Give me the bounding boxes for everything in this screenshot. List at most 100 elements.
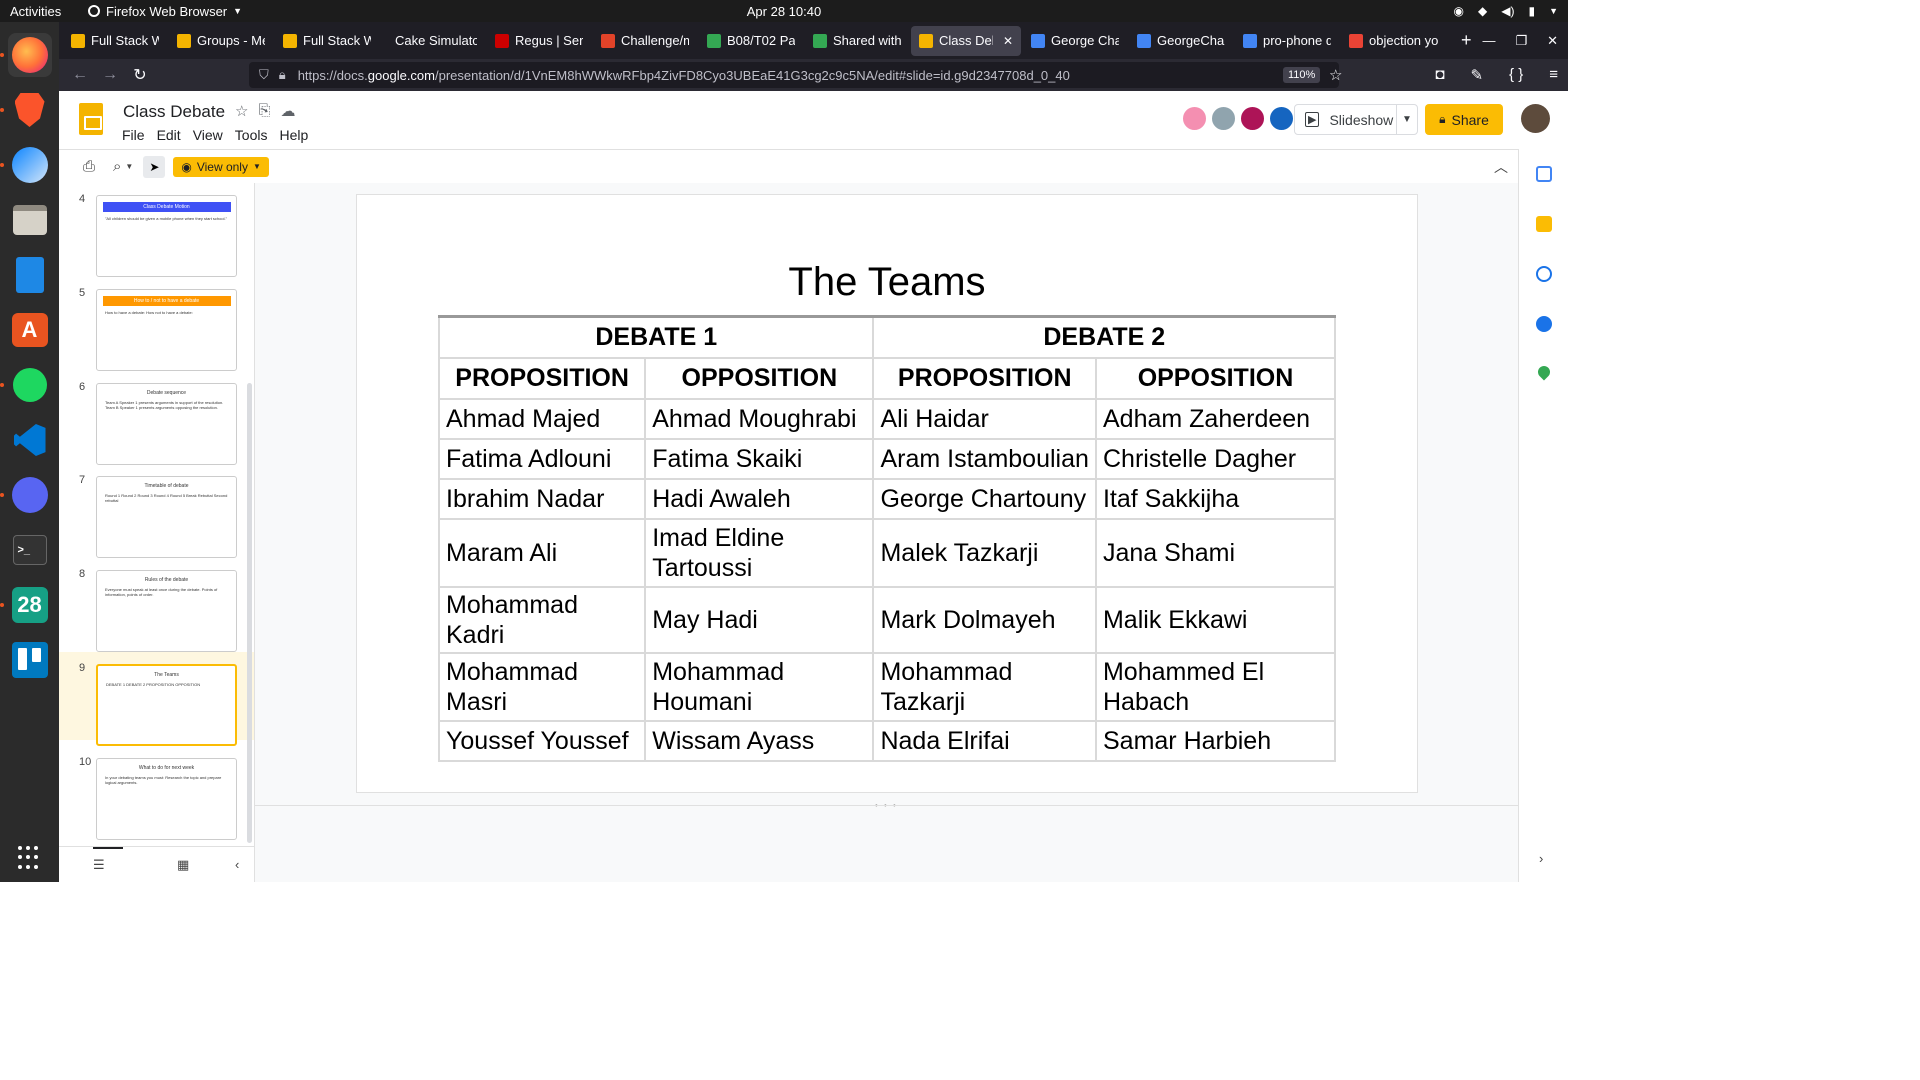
menu-tools[interactable]: Tools xyxy=(235,127,268,143)
select-cursor-icon[interactable]: ➤ xyxy=(143,155,166,178)
dock-calendar[interactable]: 28 xyxy=(0,583,52,627)
minimize-button[interactable]: — xyxy=(1482,33,1495,49)
browser-tab[interactable]: Full Stack We xyxy=(275,26,379,56)
dock-terminal[interactable]: >_ xyxy=(8,528,52,572)
pocket-icon[interactable]: ◘ xyxy=(1435,66,1444,84)
browser-tab[interactable]: George Char xyxy=(1023,26,1127,56)
chevron-down-icon[interactable]: ▼ xyxy=(125,162,133,171)
url-text[interactable]: https://docs.google.com/presentation/d/1… xyxy=(298,68,1070,83)
current-slide[interactable]: The Teams DEBATE 1 DEBATE 2 PROPOSITION … xyxy=(357,195,1417,792)
bookmark-star-icon[interactable]: ☆ xyxy=(1329,66,1342,84)
avatar[interactable] xyxy=(1210,105,1237,132)
back-button[interactable]: ← xyxy=(65,66,95,84)
browser-tab[interactable]: Regus | Servi xyxy=(487,26,591,56)
avatar[interactable] xyxy=(1239,105,1266,132)
account-avatar[interactable] xyxy=(1521,104,1550,133)
dock-firefox[interactable] xyxy=(0,33,52,77)
slideshow-dropdown-button[interactable]: ▼ xyxy=(1397,114,1417,125)
close-window-button[interactable]: ✕ xyxy=(1547,33,1558,49)
menu-file[interactable]: File xyxy=(122,127,145,143)
dock-impress[interactable] xyxy=(8,253,52,297)
maps-addon-icon[interactable] xyxy=(1535,363,1553,381)
print-icon[interactable]: ⎙ xyxy=(83,158,95,175)
filmstrip-scrollbar[interactable] xyxy=(247,383,252,843)
browser-tab[interactable]: Shared with xyxy=(805,26,909,56)
slide-thumbnail-row[interactable]: 10 What to do for next week In your debati… xyxy=(59,746,254,840)
slide-thumbnail[interactable]: The Teams DEBATE 1 DEBATE 2 PROPOSITION O… xyxy=(96,664,237,746)
url-bar[interactable]: ⛉ 🔒︎ https://docs.google.com/presentatio… xyxy=(249,62,1339,88)
grid-view-icon[interactable]: ▦ xyxy=(177,857,189,873)
slide-thumbnail-row[interactable]: 7 Timetable of debate Round 1 Round 2 Roun… xyxy=(59,464,254,558)
teams-table[interactable]: DEBATE 1 DEBATE 2 PROPOSITION OPPOSITION… xyxy=(437,315,1337,762)
browser-tab[interactable]: Class Deb ✕ xyxy=(911,25,1021,56)
star-icon[interactable]: ☆ xyxy=(235,102,248,120)
restore-button[interactable]: ❐ xyxy=(1515,33,1527,49)
list-view-icon[interactable]: ☰ xyxy=(93,857,105,873)
document-title[interactable]: Class Debate xyxy=(123,102,225,122)
menu-edit[interactable]: Edit xyxy=(157,127,181,143)
slideshow-button[interactable]: ▶ Slideshow xyxy=(1295,105,1397,134)
calendar-addon-icon[interactable] xyxy=(1536,166,1552,182)
slide-thumbnail[interactable]: Timetable of debate Round 1 Round 2 Round… xyxy=(96,476,237,558)
avatar[interactable] xyxy=(1268,105,1295,132)
app-menu[interactable]: Firefox Web Browser ▼ xyxy=(88,4,242,19)
slide-thumbnail[interactable]: What to do for next week In your debating… xyxy=(96,758,237,840)
new-tab-button[interactable]: + xyxy=(1461,30,1472,51)
move-to-folder-icon[interactable]: ⎘ xyxy=(258,102,270,120)
forward-button[interactable]: → xyxy=(95,66,125,84)
browser-tab[interactable]: Full Stack We xyxy=(63,26,167,56)
dock-spotify[interactable] xyxy=(0,363,52,407)
slide-thumbnail-row[interactable]: 9 The Teams DEBATE 1 DEBATE 2 PROPOSITION … xyxy=(59,652,254,746)
discord-tray-icon[interactable]: ◉ xyxy=(1454,4,1464,18)
extensions-puzzle-icon[interactable]: { } xyxy=(1509,66,1523,84)
dock-discord[interactable] xyxy=(0,473,52,517)
browser-tab[interactable]: B08/T02 Par xyxy=(699,26,803,56)
browser-tab[interactable]: Cake Simulator xyxy=(381,26,485,56)
clock[interactable]: Apr 28 10:40 xyxy=(747,4,821,19)
hamburger-menu-icon[interactable]: ≡ xyxy=(1549,66,1558,84)
system-tray[interactable]: ◉ ◆ ◀) ▮ ▼ xyxy=(1454,4,1558,18)
browser-tab[interactable]: GeorgeChart xyxy=(1129,26,1233,56)
collapse-menus-icon[interactable]: ︿ xyxy=(1494,157,1508,177)
contacts-addon-icon[interactable] xyxy=(1536,316,1552,332)
slides-logo-icon[interactable] xyxy=(79,103,103,135)
share-button[interactable]: 🔒︎ Share xyxy=(1425,104,1503,135)
close-tab-icon[interactable]: ✕ xyxy=(1003,34,1013,48)
zoom-level[interactable]: 110% xyxy=(1283,67,1321,83)
show-apps-grid-icon[interactable] xyxy=(17,846,42,870)
slide-thumbnail[interactable]: Class Debate Motion "All children should … xyxy=(96,195,237,277)
menu-help[interactable]: Help xyxy=(279,127,308,143)
extension-icon[interactable]: ✎ xyxy=(1470,66,1483,84)
chevron-right-icon[interactable]: › xyxy=(1539,851,1543,866)
view-only-mode-button[interactable]: ◉ View only ▼ xyxy=(173,156,269,177)
cloud-saved-icon[interactable]: ☁ xyxy=(280,102,295,120)
reload-button[interactable]: ↻ xyxy=(125,65,155,85)
menu-view[interactable]: View xyxy=(193,127,223,143)
keep-addon-icon[interactable] xyxy=(1536,216,1552,232)
browser-tab[interactable]: objection yo xyxy=(1341,26,1451,56)
dock-thunderbird[interactable] xyxy=(0,143,52,187)
tasks-addon-icon[interactable] xyxy=(1536,266,1552,282)
slide-thumbnail-row[interactable]: 6 Debate sequence Team A Speaker 1 present… xyxy=(59,371,254,465)
activities-button[interactable]: Activities xyxy=(10,4,61,19)
slide-thumbnail[interactable]: Debate sequence Team A Speaker 1 presents… xyxy=(96,383,237,465)
dock-brave[interactable] xyxy=(0,88,52,132)
slide-thumbnail[interactable]: Rules of the debate Everyone must speak a… xyxy=(96,570,237,652)
slide-thumbnail[interactable]: How to / not to have a debate How to have… xyxy=(96,289,237,371)
lock-icon[interactable]: 🔒︎ xyxy=(279,67,286,83)
browser-tab[interactable]: pro-phone d xyxy=(1235,26,1339,56)
dock-files[interactable] xyxy=(8,198,52,242)
browser-tab[interactable]: Groups - Me xyxy=(169,26,273,56)
dock-trello[interactable] xyxy=(8,638,52,682)
slide-thumbnail-row[interactable]: 4 Class Debate Motion "All children should… xyxy=(59,183,254,277)
shield-icon[interactable]: ⛉ xyxy=(259,67,269,83)
dock-app-center[interactable]: A xyxy=(8,308,52,352)
avatar[interactable] xyxy=(1181,105,1208,132)
chevron-left-icon[interactable]: ‹ xyxy=(235,857,239,872)
zoom-icon[interactable]: ⌕ xyxy=(113,158,121,175)
slide-thumbnail-row[interactable]: 5 How to / not to have a debate How to hav… xyxy=(59,277,254,371)
slide-title[interactable]: The Teams xyxy=(357,260,1417,305)
browser-tab[interactable]: Challenge/m xyxy=(593,26,697,56)
slide-thumbnail-row[interactable]: 8 Rules of the debate Everyone must speak … xyxy=(59,558,254,652)
dock-vscode[interactable] xyxy=(8,418,52,462)
